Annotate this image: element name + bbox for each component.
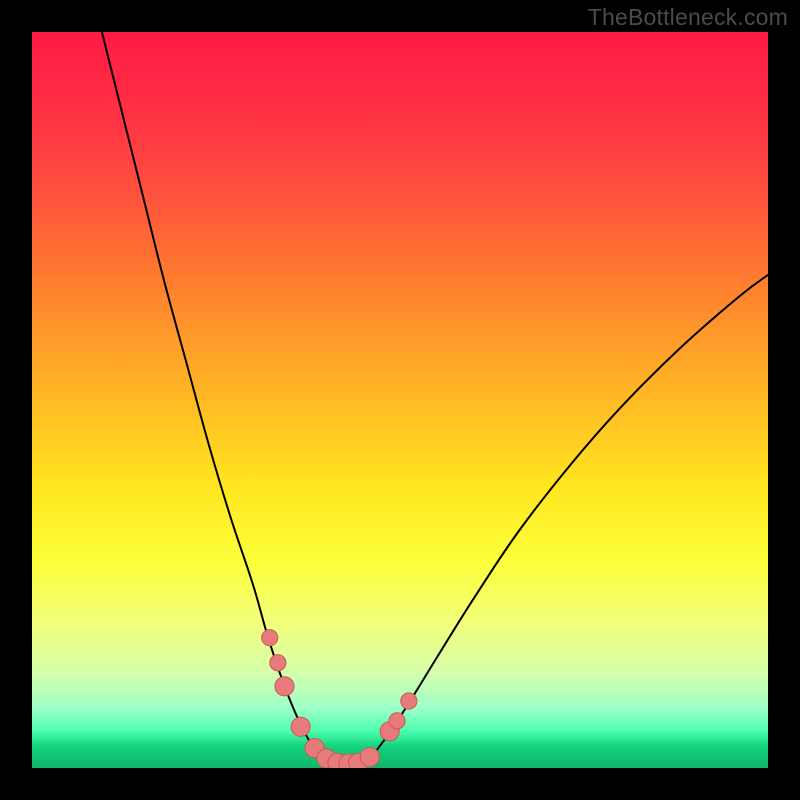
data-marker: [262, 630, 278, 646]
bottleneck-curves: [32, 32, 768, 768]
watermark-text: TheBottleneck.com: [588, 4, 788, 31]
data-marker: [291, 717, 310, 736]
data-marker: [401, 693, 417, 709]
chart-frame: TheBottleneck.com: [0, 0, 800, 800]
data-marker: [360, 747, 379, 766]
data-marker: [270, 655, 286, 671]
plot-area: [32, 32, 768, 768]
data-marker: [389, 713, 405, 729]
data-marker: [275, 677, 294, 696]
curve-right-curve: [356, 275, 768, 764]
curve-left-curve: [102, 32, 356, 764]
